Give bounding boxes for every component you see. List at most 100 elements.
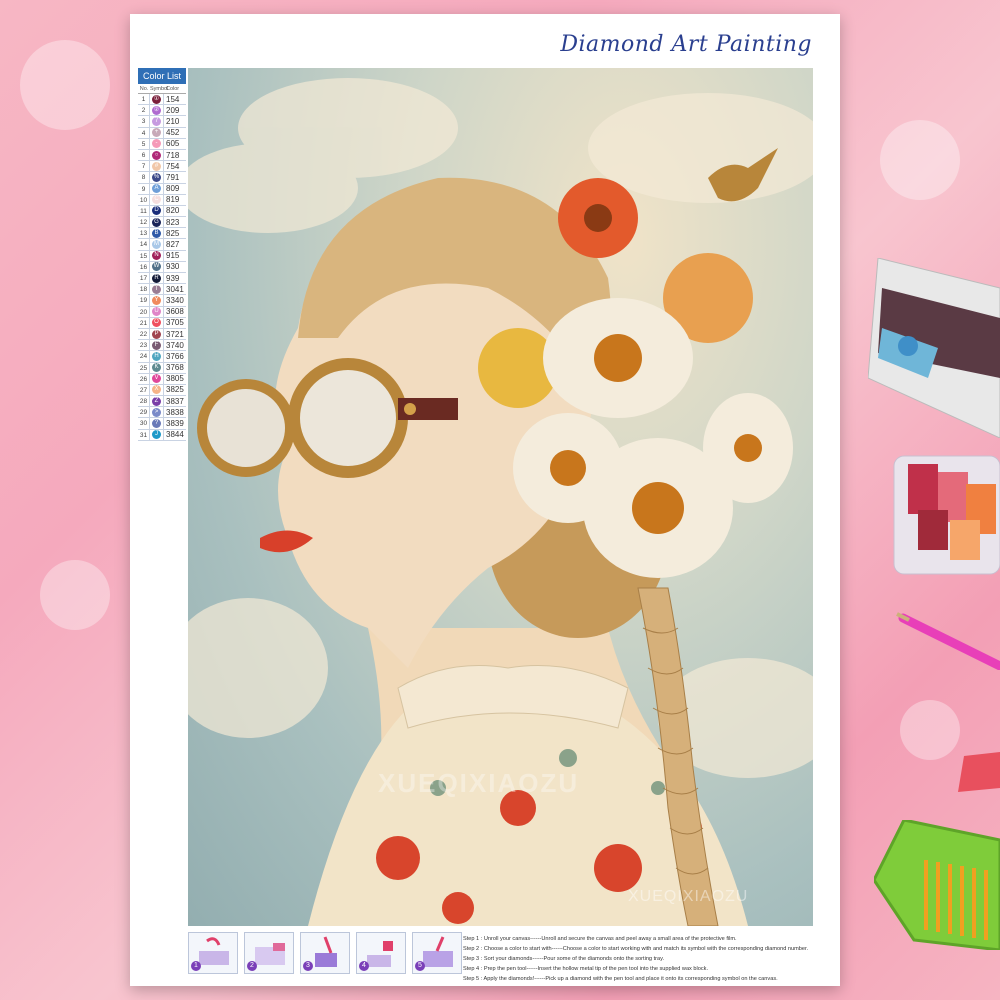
color-symbol: ①: [152, 94, 161, 104]
color-symbol-cell: P: [150, 328, 164, 340]
color-symbol: X: [152, 385, 161, 395]
color-list-row: 29 >3838: [138, 407, 186, 419]
color-number: 1: [138, 94, 150, 105]
color-code: 825: [166, 228, 180, 238]
color-symbol-cell: M: [150, 239, 164, 250]
color-symbol: %: [152, 172, 161, 182]
color-symbol: O: [152, 318, 161, 328]
color-code: 3838: [166, 407, 184, 417]
step-line-2: Step 2 : Choose a color to start with---…: [463, 946, 809, 952]
color-symbol: B: [152, 228, 161, 238]
color-number: 13: [138, 228, 150, 239]
color-list-row: 17 R 939: [138, 273, 186, 285]
step-number: 4: [359, 961, 369, 971]
color-symbol-cell: ?: [150, 418, 164, 429]
color-number: 26: [138, 373, 150, 384]
color-list-row: 12 G 823: [138, 217, 186, 229]
color-symbol: Z: [152, 396, 161, 406]
color-code: 3768: [166, 363, 184, 373]
color-symbol-cell: R: [150, 273, 164, 284]
color-code: 3837: [166, 396, 184, 406]
color-code: 3705: [166, 318, 184, 328]
color-number: 28: [138, 396, 150, 407]
step-line-1: Step 1 : Unroll your canvas------Unroll …: [463, 936, 737, 942]
color-list: Color List No. Symbol Color 1 ① 154 2 ② 209 3 7…: [138, 68, 186, 441]
color-symbol-cell: W: [150, 261, 164, 272]
color-list-row: 25 K 3768: [138, 362, 186, 374]
color-symbol: G: [152, 217, 161, 227]
color-symbol: A: [152, 184, 161, 194]
steps-instructions: Step 1 : Unroll your canvas------Unroll …: [463, 934, 823, 984]
color-list-row: 14 M 827: [138, 239, 186, 251]
color-number: 2: [138, 105, 150, 116]
color-list-row: 10 C 819: [138, 194, 186, 206]
color-list-row: 9 A 809: [138, 183, 186, 195]
color-symbol: D: [152, 206, 161, 216]
color-list-row: 26 V 3805: [138, 373, 186, 385]
step-icon-5: 5: [412, 932, 462, 974]
color-code: 791: [166, 172, 180, 182]
color-symbol-cell: F: [150, 340, 164, 351]
color-number: 31: [138, 429, 150, 440]
color-symbol-cell: T: [150, 284, 164, 295]
header-no: No.: [139, 85, 149, 92]
color-code: 3825: [166, 385, 184, 395]
step-number: 5: [415, 961, 425, 971]
color-code: 3340: [166, 295, 184, 305]
steps-icons: 1 2 3 4 5: [188, 932, 462, 974]
color-code: 3041: [166, 284, 184, 294]
color-code: 605: [166, 139, 180, 149]
color-number: 14: [138, 239, 150, 250]
color-list-row: 6 ○ 718: [138, 149, 186, 162]
color-list-row: 3 7 210: [138, 116, 186, 128]
color-code: 3839: [166, 419, 184, 429]
color-code: 819: [166, 195, 180, 205]
color-code: 209: [166, 105, 180, 115]
color-number: 7: [138, 161, 150, 172]
header-symbol: Symbol: [150, 85, 169, 92]
color-symbol: R: [152, 273, 161, 283]
color-symbol-cell: ○: [150, 149, 164, 161]
color-list-row: 5-605: [138, 138, 186, 150]
color-symbol: -: [152, 139, 161, 149]
color-code: 154: [166, 94, 180, 104]
color-symbol: J: [152, 430, 161, 440]
color-symbol-cell: 7: [150, 116, 164, 127]
color-list-row: 22 P 3721: [138, 328, 186, 341]
color-symbol: F: [152, 340, 161, 350]
watermark-secondary: XUEQIXIAOZU: [628, 888, 749, 905]
color-number: 30: [138, 418, 150, 429]
step-icon-4: 4: [356, 932, 406, 974]
color-symbol-cell: #: [150, 161, 164, 172]
color-number: 9: [138, 183, 150, 194]
step-icon-3: 3: [300, 932, 350, 974]
color-symbol-cell: ②: [150, 105, 164, 116]
color-code: 754: [166, 161, 180, 171]
color-symbol-cell: B: [150, 228, 164, 239]
color-code: 820: [166, 206, 180, 216]
color-number: 19: [138, 295, 150, 306]
color-code: 930: [166, 262, 180, 272]
color-symbol-cell: %: [150, 172, 164, 183]
step-number: 2: [247, 961, 257, 971]
color-symbol: V: [152, 374, 161, 384]
color-symbol: ?: [152, 419, 161, 429]
color-list-row: 7 #754: [138, 161, 186, 173]
color-symbol: C: [152, 195, 161, 205]
color-number: 25: [138, 362, 150, 373]
bokeh-light: [40, 560, 110, 630]
color-number: 20: [138, 306, 150, 317]
color-list-row: 27 X 3825: [138, 384, 186, 397]
color-symbol-cell: N: [150, 250, 164, 261]
color-symbol-cell: U: [150, 306, 164, 317]
color-number: 12: [138, 217, 150, 228]
color-number: 24: [138, 351, 150, 362]
color-symbol-cell: J: [150, 429, 164, 440]
color-code: 3766: [166, 351, 184, 361]
step-number: 1: [191, 961, 201, 971]
color-number: 23: [138, 340, 150, 351]
color-symbol-cell: D: [150, 205, 164, 217]
color-number: 22: [138, 328, 150, 340]
color-number: 16: [138, 261, 150, 272]
color-symbol: W: [152, 262, 161, 272]
